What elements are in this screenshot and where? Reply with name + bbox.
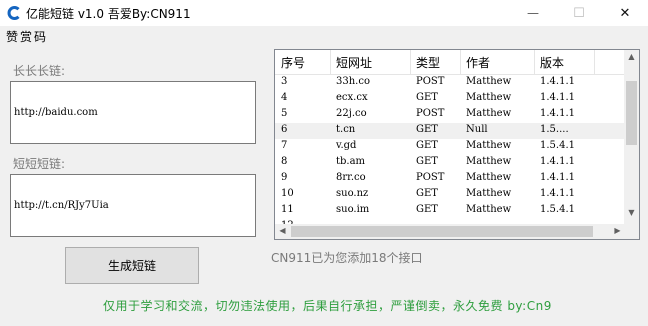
table-cell: Null [466, 124, 488, 135]
table-cell: t.cn [336, 124, 356, 135]
table-cell: 10 [281, 188, 294, 199]
table-cell: 22j.co [336, 108, 367, 119]
short-link-value: http://t.cn/RJy7Uia [14, 200, 109, 211]
table-cell: Matthew [466, 140, 512, 151]
minimize-icon: — [527, 6, 539, 20]
minimize-button[interactable]: — [510, 0, 556, 26]
table-cell: Matthew [466, 204, 512, 215]
app-logo-icon [7, 6, 20, 20]
short-link-label: 短短短链: [13, 157, 66, 171]
long-link-input[interactable]: http://baidu.com [10, 81, 256, 144]
scroll-down-icon[interactable]: ▼ [624, 208, 639, 217]
table-cell: 1.4.1.1 [540, 188, 575, 199]
table-row[interactable]: 8 tb.am GET Matthew 1.4.1.1 [275, 155, 625, 171]
table-cell: GET [416, 140, 438, 151]
table-cell: 7 [281, 140, 288, 151]
column-header-type[interactable]: 类型 [416, 54, 440, 71]
table-row[interactable]: 11 suo.im GET Matthew 1.5.4.1 [275, 203, 625, 219]
table-cell: Matthew [466, 172, 512, 183]
table-cell: 4 [281, 92, 288, 103]
table-cell: 9 [281, 172, 288, 183]
table-cell: 3 [281, 76, 288, 87]
table-cell: 6 [281, 124, 288, 135]
maximize-icon: ☐ [573, 5, 585, 21]
table-row[interactable]: 6 t.cn GET Null 1.5.... [275, 123, 625, 139]
status-text: CN911已为您添加18个接口 [271, 251, 423, 265]
table-cell: 1.5.4.1 [540, 204, 575, 215]
table-cell: GET [416, 92, 438, 103]
table-cell: 8 [281, 156, 288, 167]
table-cell: 1.4.1.1 [540, 108, 575, 119]
table-row[interactable]: 10 suo.nz GET Matthew 1.4.1.1 [275, 187, 625, 203]
vertical-scroll-thumb[interactable] [626, 81, 637, 145]
table-row[interactable]: 7 v.gd GET Matthew 1.5.4.1 [275, 139, 625, 155]
column-header-index[interactable]: 序号 [281, 54, 305, 71]
table-cell: Matthew [466, 76, 512, 87]
table-cell: 33h.co [336, 76, 370, 87]
scroll-right-icon[interactable]: ▶ [610, 226, 625, 235]
table-cell: 1.4.1.1 [540, 76, 575, 87]
scroll-left-icon[interactable]: ◀ [275, 226, 290, 235]
table-cell: Matthew [466, 188, 512, 199]
api-list[interactable]: 序号 短网址 类型 作者 版本 3 33h.co POST Matthew 1.4.1.… [274, 49, 640, 240]
table-cell: GET [416, 188, 438, 199]
column-header-short-url[interactable]: 短网址 [336, 54, 372, 71]
table-cell: POST [416, 108, 445, 119]
table-row[interactable]: 4 ecx.cx GET Matthew 1.4.1.1 [275, 91, 625, 107]
scroll-up-icon[interactable]: ▲ [624, 52, 639, 61]
table-cell: 5 [281, 108, 288, 119]
close-icon: ✕ [619, 5, 631, 21]
column-header-author[interactable]: 作者 [466, 54, 490, 71]
column-header-version[interactable]: 版本 [540, 54, 564, 71]
table-cell: Matthew [466, 108, 512, 119]
table-cell: 11 [281, 204, 294, 215]
short-link-output[interactable]: http://t.cn/RJy7Uia [10, 174, 256, 237]
scrollbar-corner [624, 224, 639, 239]
table-cell: GET [416, 124, 438, 135]
table-cell: ecx.cx [336, 92, 368, 103]
table-cell: Matthew [466, 156, 512, 167]
vertical-scrollbar[interactable]: ▲ ▼ [624, 50, 639, 224]
table-cell: suo.nz [336, 188, 369, 199]
table-cell: POST [416, 76, 445, 87]
table-cell: 1.5.... [540, 124, 569, 135]
close-button[interactable]: ✕ [602, 0, 648, 26]
horizontal-scrollbar[interactable]: ◀ ▶ [275, 224, 625, 239]
list-header: 序号 短网址 类型 作者 版本 [275, 50, 625, 75]
long-link-value: http://baidu.com [14, 107, 98, 118]
menu-item-donate[interactable]: 赞赏码 [6, 28, 48, 45]
table-cell: v.gd [336, 140, 357, 151]
table-cell: POST [416, 172, 445, 183]
footer-notice: 仅用于学习和交流，切勿违法使用，后果自行承担，严谨倒卖，永久免费 by:Cn9 [103, 299, 552, 313]
table-row[interactable]: 3 33h.co POST Matthew 1.4.1.1 [275, 75, 625, 91]
window-title: 亿能短链 v1.0 吾爱By:CN911 [26, 7, 191, 21]
menu-bar: 赞赏码 [0, 26, 648, 46]
table-cell: GET [416, 156, 438, 167]
table-cell: Matthew [466, 92, 512, 103]
generate-button[interactable]: 生成短链 [65, 247, 199, 284]
maximize-button[interactable]: ☐ [556, 0, 602, 26]
table-cell: 1.4.1.1 [540, 156, 575, 167]
table-cell: 1.4.1.1 [540, 172, 575, 183]
table-cell: GET [416, 204, 438, 215]
long-link-label: 长长长链: [13, 64, 66, 78]
table-cell: tb.am [336, 156, 366, 167]
table-cell: suo.im [336, 204, 370, 215]
list-rows: 3 33h.co POST Matthew 1.4.1.1 4 ecx.cx GET Matth… [275, 75, 625, 235]
table-cell: 8rr.co [336, 172, 366, 183]
horizontal-scroll-thumb[interactable] [291, 226, 593, 237]
table-cell: 1.5.4.1 [540, 140, 575, 151]
table-row[interactable]: 9 8rr.co POST Matthew 1.4.1.1 [275, 171, 625, 187]
table-cell: 1.4.1.1 [540, 92, 575, 103]
table-row[interactable]: 5 22j.co POST Matthew 1.4.1.1 [275, 107, 625, 123]
title-bar: 亿能短链 v1.0 吾爱By:CN911 — ☐ ✕ [0, 0, 648, 26]
